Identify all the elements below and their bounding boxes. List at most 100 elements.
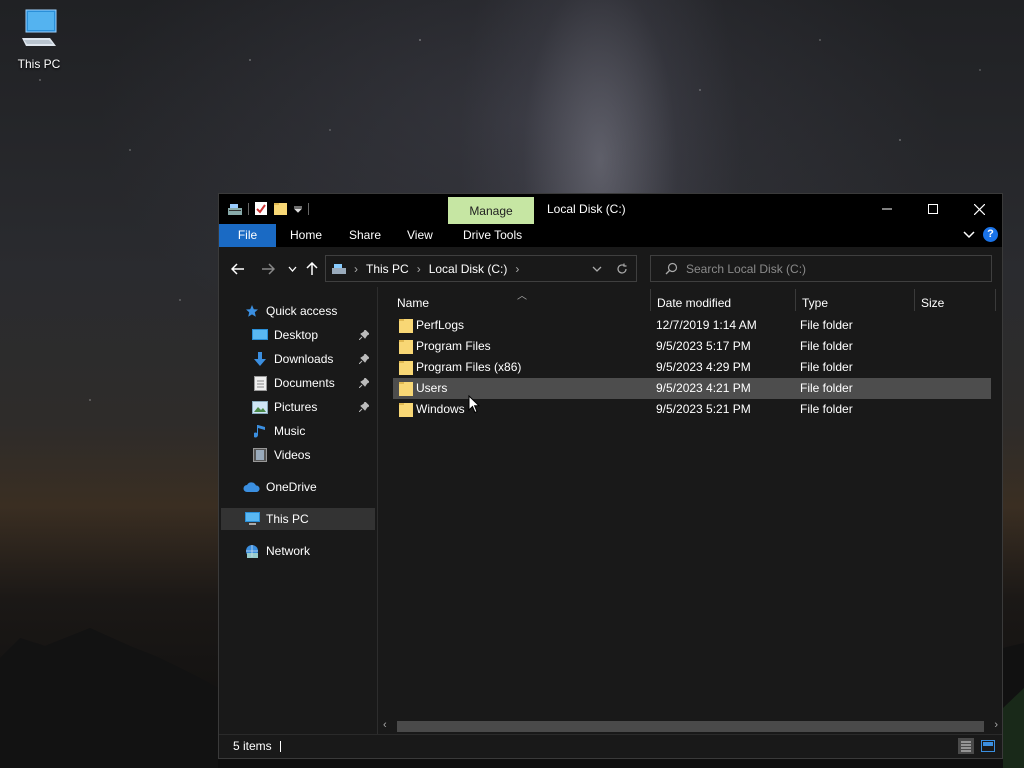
search-box[interactable]: Search Local Disk (C:) bbox=[650, 255, 992, 282]
large-icons-view-icon bbox=[981, 740, 995, 752]
pin-icon[interactable] bbox=[358, 329, 370, 343]
file-type: File folder bbox=[800, 381, 853, 395]
file-name: Users bbox=[416, 381, 448, 395]
scroll-right-icon[interactable]: › bbox=[994, 719, 998, 731]
tab-view[interactable]: View bbox=[407, 224, 433, 247]
desktop-icon-this-pc[interactable]: This PC bbox=[10, 8, 68, 71]
file-type: File folder bbox=[800, 339, 853, 353]
maximize-icon bbox=[928, 204, 938, 214]
recent-locations-button[interactable] bbox=[283, 260, 301, 278]
address-dropdown-icon[interactable] bbox=[592, 266, 602, 272]
nav-label: Downloads bbox=[274, 352, 334, 366]
file-row-program-files[interactable]: Program Files 9/5/2023 5:17 PM File fold… bbox=[393, 336, 991, 357]
nav-item-downloads[interactable]: Downloads bbox=[251, 348, 375, 370]
file-type: File folder bbox=[800, 318, 853, 332]
star-icon bbox=[243, 303, 261, 319]
customize-dropdown-icon[interactable] bbox=[293, 204, 303, 214]
column-headers: ︿ Name Date modified Type Size bbox=[379, 287, 1002, 315]
nav-item-videos[interactable]: Videos bbox=[251, 444, 375, 466]
ribbon-tabs: File Home Share View Drive Tools ? bbox=[219, 224, 1002, 247]
scrollbar-thumb[interactable] bbox=[397, 721, 984, 732]
maximize-button[interactable] bbox=[910, 194, 956, 224]
back-button[interactable] bbox=[229, 260, 247, 278]
help-icon[interactable]: ? bbox=[983, 227, 998, 242]
column-header-name[interactable]: Name bbox=[391, 287, 649, 315]
column-divider[interactable] bbox=[995, 289, 996, 311]
nav-item-desktop[interactable]: Desktop bbox=[251, 324, 375, 346]
tab-drive-tools[interactable]: Drive Tools bbox=[463, 224, 522, 247]
close-button[interactable] bbox=[956, 194, 1002, 224]
folder-icon bbox=[399, 340, 413, 354]
nav-label: Network bbox=[266, 544, 311, 558]
refresh-icon[interactable] bbox=[616, 263, 628, 275]
file-name: PerfLogs bbox=[416, 318, 465, 332]
nav-item-onedrive[interactable]: OneDrive bbox=[243, 476, 373, 498]
pin-icon[interactable] bbox=[358, 353, 370, 367]
pin-icon[interactable] bbox=[358, 377, 370, 391]
nav-item-quick-access[interactable]: Quick access bbox=[243, 300, 373, 322]
status-divider bbox=[280, 741, 281, 752]
tab-manage[interactable]: Manage bbox=[448, 197, 534, 224]
desktop-icon-label: This PC bbox=[17, 57, 61, 71]
network-icon bbox=[243, 543, 261, 559]
column-header-size[interactable]: Size bbox=[915, 287, 995, 315]
documents-icon bbox=[251, 375, 269, 391]
file-name: Windows bbox=[416, 402, 465, 416]
file-date: 9/5/2023 4:29 PM bbox=[656, 360, 751, 374]
column-header-type[interactable]: Type bbox=[796, 287, 914, 315]
properties-icon[interactable] bbox=[254, 201, 268, 216]
music-icon bbox=[251, 423, 269, 439]
file-row-windows[interactable]: Windows 9/5/2023 5:21 PM File folder bbox=[393, 399, 991, 420]
tab-share[interactable]: Share bbox=[349, 224, 381, 247]
large-icons-view-button[interactable] bbox=[980, 738, 996, 754]
navigation-pane: Quick access Desktop Downloads Documents… bbox=[219, 287, 378, 736]
chevron-down-icon bbox=[288, 266, 296, 272]
nav-item-this-pc[interactable]: This PC bbox=[221, 508, 375, 530]
nav-label: Music bbox=[274, 424, 306, 438]
view-mode-buttons bbox=[958, 738, 996, 754]
arrow-up-icon bbox=[306, 262, 318, 275]
nav-item-network[interactable]: Network bbox=[243, 540, 373, 562]
file-date: 9/5/2023 5:21 PM bbox=[656, 402, 751, 416]
search-icon bbox=[665, 262, 678, 275]
up-button[interactable] bbox=[303, 260, 321, 278]
file-row-users[interactable]: Users 9/5/2023 4:21 PM File folder bbox=[393, 378, 991, 399]
search-placeholder: Search Local Disk (C:) bbox=[686, 261, 807, 276]
this-pc-icon bbox=[22, 9, 57, 46]
caption-buttons bbox=[864, 194, 1002, 224]
file-row-perflogs[interactable]: PerfLogs 12/7/2019 1:14 AM File folder bbox=[393, 315, 991, 336]
nav-item-pictures[interactable]: Pictures bbox=[251, 396, 375, 418]
details-view-button[interactable] bbox=[958, 738, 974, 754]
breadcrumb-local-disk[interactable]: Local Disk (C:) bbox=[429, 262, 508, 276]
forward-button[interactable] bbox=[259, 260, 277, 278]
quick-access-toolbar bbox=[227, 201, 309, 216]
new-folder-icon[interactable] bbox=[273, 201, 288, 216]
file-row-program-files-x86[interactable]: Program Files (x86) 9/5/2023 4:29 PM Fil… bbox=[393, 357, 991, 378]
nav-item-music[interactable]: Music bbox=[251, 420, 375, 442]
minimize-button[interactable] bbox=[864, 194, 910, 224]
nav-label: Videos bbox=[274, 448, 311, 462]
folder-icon bbox=[399, 361, 413, 375]
file-date: 9/5/2023 4:21 PM bbox=[656, 381, 751, 395]
minimize-icon bbox=[882, 208, 892, 210]
drive-icon bbox=[332, 263, 346, 274]
breadcrumb-separator: › bbox=[515, 261, 520, 276]
nav-label: OneDrive bbox=[266, 480, 317, 494]
scroll-left-icon[interactable]: ‹ bbox=[383, 719, 387, 731]
tab-home[interactable]: Home bbox=[290, 224, 322, 247]
title-bar[interactable]: Manage Local Disk (C:) bbox=[219, 194, 1002, 224]
address-bar[interactable]: › This PC › Local Disk (C:) › bbox=[325, 255, 637, 282]
column-header-date-modified[interactable]: Date modified bbox=[651, 287, 795, 315]
horizontal-scrollbar[interactable]: ‹ › bbox=[379, 718, 1002, 735]
breadcrumb-this-pc[interactable]: This PC bbox=[366, 262, 409, 276]
navigation-bar: › This PC › Local Disk (C:) › Search Loc… bbox=[219, 247, 1002, 287]
file-list: ︿ Name Date modified Type Size PerfLogs … bbox=[379, 287, 1002, 736]
nav-item-documents[interactable]: Documents bbox=[251, 372, 375, 394]
nav-label: Documents bbox=[274, 376, 335, 390]
details-view-icon bbox=[961, 741, 971, 752]
window-title: Local Disk (C:) bbox=[547, 202, 626, 216]
explorer-icon[interactable] bbox=[227, 202, 243, 216]
tab-file[interactable]: File bbox=[219, 224, 276, 247]
pin-icon[interactable] bbox=[358, 401, 370, 415]
expand-ribbon-icon[interactable] bbox=[963, 230, 975, 239]
